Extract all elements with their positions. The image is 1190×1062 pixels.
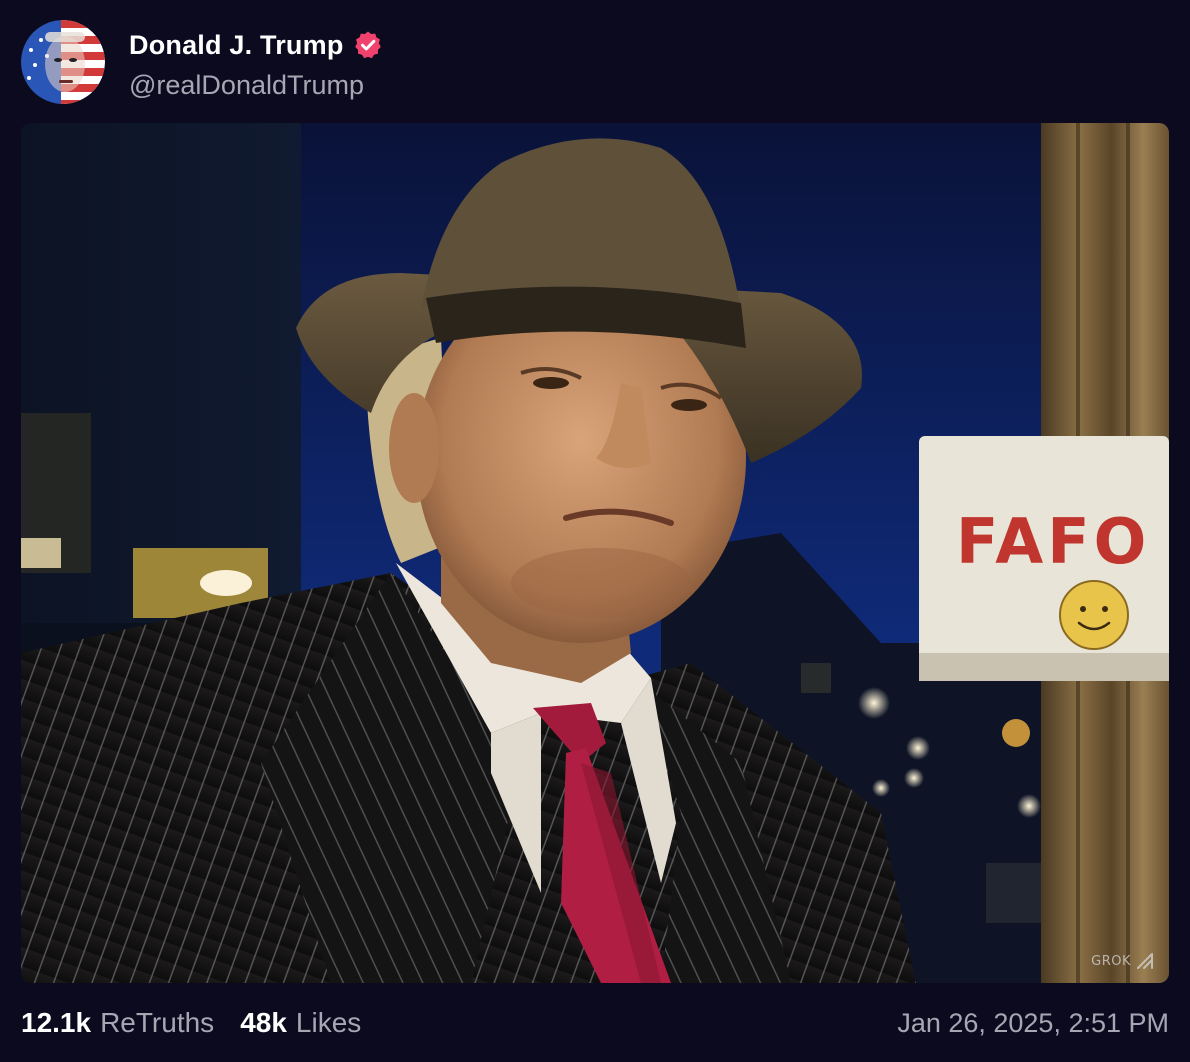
grok-logo-icon [1137, 953, 1153, 969]
flag-face-avatar-icon [21, 20, 105, 104]
author-handle[interactable]: @realDonaldTrump [129, 70, 364, 101]
author-name-row: Donald J. Trump [129, 26, 383, 64]
avatar[interactable] [21, 20, 105, 104]
truth-post: Donald J. Trump @realDonaldTrump FAFO GR… [0, 0, 1190, 1062]
post-footer: 12.1k ReTruths 48k Likes Jan 26, 2025, 2… [21, 1000, 1169, 1046]
verified-badge-icon [353, 30, 383, 60]
retruths-count: 12.1k [21, 1007, 92, 1038]
display-name[interactable]: Donald J. Trump [129, 30, 344, 61]
retruths-label: ReTruths [100, 1007, 215, 1038]
post-image-illustration [21, 123, 1169, 983]
post-image[interactable]: FAFO GROK [21, 123, 1169, 983]
fafo-sign [919, 436, 1169, 681]
likes-count: 48k [240, 1007, 287, 1038]
watermark-text: GROK [1091, 953, 1131, 969]
likes-label: Likes [295, 1007, 362, 1038]
likes-stat[interactable]: 48k Likes [240, 1007, 361, 1039]
retruths-stat[interactable]: 12.1k ReTruths [21, 1007, 214, 1039]
grok-watermark: GROK [1091, 951, 1155, 971]
post-timestamp[interactable]: Jan 26, 2025, 2:51 PM [897, 1008, 1169, 1039]
